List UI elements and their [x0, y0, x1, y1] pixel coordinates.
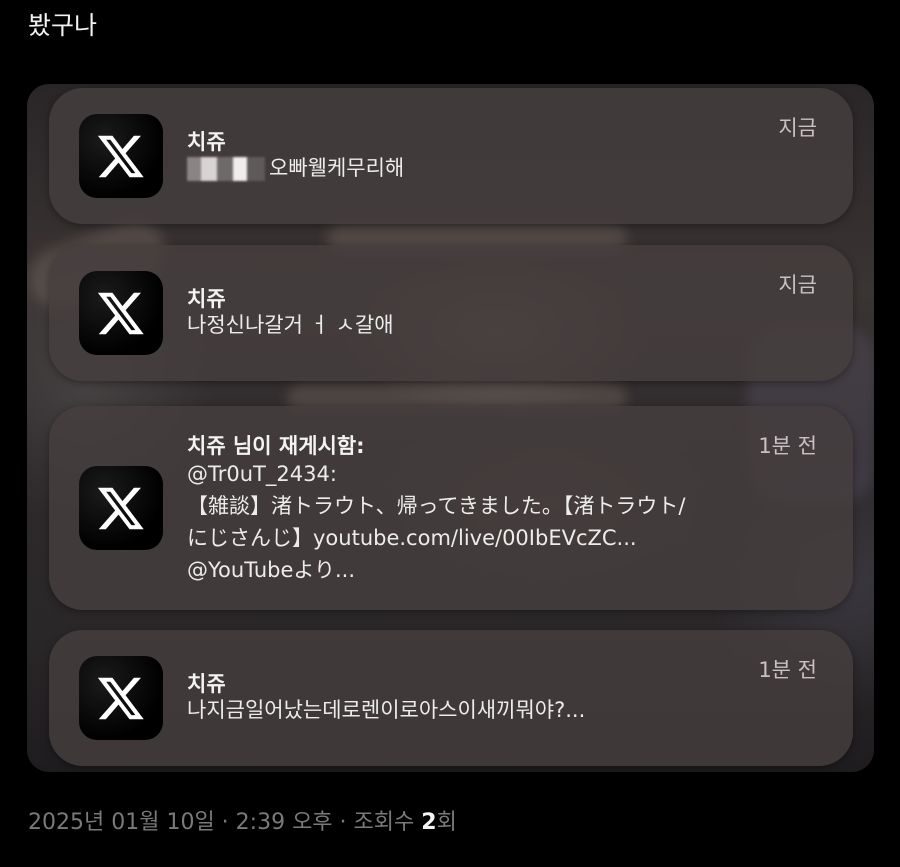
- notification-line: @YouTubeより...: [187, 558, 356, 582]
- x-logo-icon: [79, 271, 163, 355]
- views-label: 조회수: [353, 810, 422, 835]
- notification-line: 【雑談】渚トラウト、帰ってきました。【渚トラウト/: [187, 494, 686, 518]
- notification-time: 지금: [778, 116, 817, 140]
- notification-body: 나정신나갈거 ㅓ ㅅ갈애: [187, 313, 394, 337]
- x-logo-icon: [79, 114, 163, 198]
- redacted-text-block: [187, 157, 265, 181]
- post-time: 2:39 오후: [235, 810, 333, 835]
- notification-card[interactable]: 치쥬 지금 오빠웰케무리해: [49, 88, 853, 224]
- notification-line: にじさんじ】youtube.com/live/00IbEVcZC...: [187, 526, 637, 550]
- x-logo-icon: [79, 656, 163, 740]
- notification-body: 오빠웰케무리해: [187, 152, 404, 184]
- notification-body: @Tr0uT_2434: 【雑談】渚トラウト、帰ってきました。【渚トラウト/ に…: [187, 458, 685, 586]
- notification-time: 1분 전: [758, 434, 817, 458]
- post-text: 봤구나: [28, 11, 98, 40]
- post-meta: 2025년 01월 10일 · 2:39 오후 · 조회수 2회: [28, 804, 457, 836]
- views-count[interactable]: 2: [421, 810, 436, 835]
- notification-time: 지금: [778, 273, 817, 297]
- notification-card[interactable]: 치쥬 님이 재게시함: 1분 전 @Tr0uT_2434: 【雑談】渚トラウト、…: [49, 406, 853, 610]
- notification-time: 1분 전: [758, 658, 817, 682]
- notification-body: 나지금일어났는데로렌이로아스이새끼뭐야?...: [187, 698, 586, 722]
- notification-screenshot[interactable]: 치쥬 지금 오빠웰케무리해 치쥬 지금 나정신나갈거 ㅓ ㅅ갈애 치쥬 님이 재…: [27, 84, 874, 772]
- notification-line: @Tr0uT_2434:: [187, 462, 337, 486]
- notification-card[interactable]: 치쥬 지금 나정신나갈거 ㅓ ㅅ갈애: [49, 245, 853, 381]
- separator: ·: [214, 810, 236, 835]
- post-date: 2025년 01월 10일: [28, 810, 215, 835]
- notification-card[interactable]: 치쥬 1분 전 나지금일어났는데로렌이로아스이새끼뭐야?...: [49, 630, 853, 766]
- notification-line: 오빠웰케무리해: [269, 156, 405, 180]
- notification-title: 치쥬 님이 재게시함:: [187, 434, 365, 458]
- separator: ·: [332, 810, 354, 835]
- views-suffix: 회: [436, 810, 457, 835]
- x-logo-icon: [79, 466, 163, 550]
